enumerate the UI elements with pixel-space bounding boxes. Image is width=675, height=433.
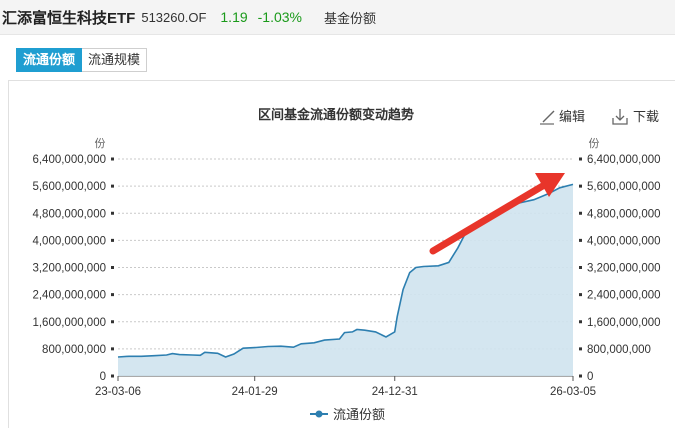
y-tick-mark [579, 238, 582, 242]
fund-header: 汇添富恒生科技ETF 513260.OF 1.19 -1.03% 基金份额 [0, 0, 675, 35]
y-tick-label: 6,400,000,000 [587, 154, 661, 166]
y-tick-label: 1,600,000,000 [587, 317, 661, 329]
y-tick-mark [579, 266, 582, 269]
y-tick-label: 800,000,000 [587, 344, 651, 356]
x-tick-label: 24-12-31 [372, 386, 418, 398]
x-axis: 23-03-06 24-01-29 24-12-31 26-03-05 [95, 375, 596, 398]
y-tick-mark [579, 211, 582, 215]
y-tick-label: 800,000,000 [42, 344, 106, 356]
x-tick-label: 24-01-29 [232, 386, 278, 398]
y-tick-mark [111, 320, 114, 324]
y-tick-mark [111, 347, 114, 351]
y-tick-label: 4,800,000,000 [32, 208, 106, 220]
y-tick-label: 4,000,000,000 [32, 235, 106, 247]
pencil-icon [540, 110, 555, 125]
fund-change: -1.03% [257, 9, 302, 25]
y-tick-label: 1,600,000,000 [32, 317, 106, 329]
tab-group: 流通份额 流通规模 [16, 48, 148, 72]
y-tick-mark [111, 374, 114, 378]
right-axis-unit: 份 [589, 137, 600, 150]
y-tick-mark [579, 374, 582, 378]
legend-label: 流通份额 [333, 407, 385, 422]
y-tick-mark [579, 157, 582, 161]
y-tick-mark [579, 184, 582, 188]
y-tick-mark [111, 211, 114, 215]
y-tick-mark [579, 347, 582, 351]
y-tick-label: 3,200,000,000 [587, 263, 661, 275]
y-tick-mark [111, 293, 114, 297]
left-axis-unit: 份 [95, 137, 106, 150]
download-icon [612, 109, 628, 125]
shares-chart: 0 800,000,000 1,600,000,000 2,400,000,000 3,… [32, 107, 661, 422]
y-tick-label: 4,000,000,000 [587, 235, 661, 247]
x-tick-label: 26-03-05 [550, 386, 596, 398]
y-tick-mark [111, 157, 114, 161]
y-tick-label: 3,200,000,000 [32, 263, 106, 275]
right-axis: 0 800,000,000 1,600,000,000 2,400,000,000 3,… [579, 154, 661, 383]
legend-marker [315, 410, 323, 418]
y-tick-label: 5,600,000,000 [32, 181, 106, 193]
fund-name: 汇添富恒生科技ETF [2, 9, 136, 27]
tab-circulating-scale[interactable]: 流通规模 [82, 48, 148, 72]
download-button[interactable]: 下载 [612, 109, 659, 125]
tab-circulating-shares[interactable]: 流通份额 [16, 48, 83, 72]
chart-panel: 0 800,000,000 1,600,000,000 2,400,000,000 3,… [8, 80, 675, 428]
y-tick-label: 5,600,000,000 [587, 181, 661, 193]
y-tick-mark [111, 238, 114, 242]
fund-code: 513260.OF [141, 9, 207, 25]
legend: 流通份额 [310, 407, 385, 422]
y-tick-mark [111, 266, 114, 269]
y-tick-mark [579, 320, 582, 324]
y-tick-label: 2,400,000,000 [32, 290, 106, 302]
left-axis: 0 800,000,000 1,600,000,000 2,400,000,000 3,… [32, 154, 114, 383]
y-tick-label: 4,800,000,000 [587, 208, 661, 220]
section-title: 基金份额 [324, 10, 377, 26]
y-tick-mark [579, 293, 582, 297]
y-tick-mark [111, 184, 114, 188]
fund-price: 1.19 [220, 9, 248, 25]
chart-title: 区间基金流通份额变动趋势 [258, 107, 414, 122]
download-label: 下载 [633, 109, 659, 124]
edit-button[interactable]: 编辑 [540, 109, 585, 125]
edit-label: 编辑 [559, 109, 585, 124]
y-tick-label: 2,400,000,000 [587, 290, 661, 302]
x-tick-label: 23-03-06 [95, 386, 141, 398]
y-tick-label: 0 [587, 371, 593, 383]
y-tick-label: 6,400,000,000 [32, 154, 106, 166]
y-tick-label: 0 [100, 371, 106, 383]
